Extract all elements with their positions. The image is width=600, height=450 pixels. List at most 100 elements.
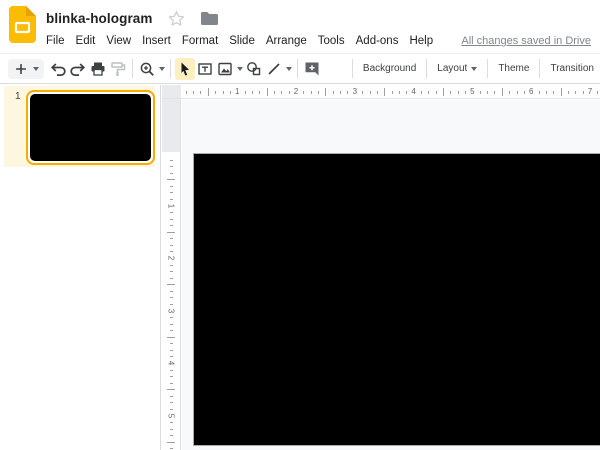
ruler-tick xyxy=(170,212,173,213)
ruler-tick xyxy=(167,389,175,390)
menu-file[interactable]: File xyxy=(46,35,65,47)
toolbar-separator xyxy=(487,59,488,78)
toolbar-separator xyxy=(539,59,540,78)
paint-format-icon xyxy=(109,60,127,78)
ruler-tick xyxy=(170,343,173,344)
ruler-tick xyxy=(597,91,598,94)
ruler-tick xyxy=(170,271,173,272)
insert-image-button[interactable] xyxy=(215,58,235,80)
ruler-tick xyxy=(259,91,260,94)
menu-arrange[interactable]: Arrange xyxy=(266,35,307,47)
menu-edit[interactable]: Edit xyxy=(76,35,96,47)
menu-help[interactable]: Help xyxy=(409,35,433,47)
ruler-tick xyxy=(170,199,173,200)
ruler-tick xyxy=(170,186,173,187)
menu-tools[interactable]: Tools xyxy=(318,35,345,47)
horizontal-ruler: 1234567 xyxy=(181,85,600,99)
line-dropdown-icon[interactable] xyxy=(286,67,292,71)
star-icon[interactable] xyxy=(168,10,185,27)
document-title[interactable]: blinka-hologram xyxy=(46,11,153,26)
redo-icon xyxy=(69,60,87,78)
line-tool-button[interactable] xyxy=(264,58,284,80)
ruler-tick xyxy=(208,88,209,96)
slide-thumbnail-selection[interactable]: 1 xyxy=(4,86,155,167)
plus-icon xyxy=(13,61,29,77)
ruler-tick xyxy=(539,91,540,94)
ruler-tick xyxy=(167,232,175,233)
ruler-number: 7 xyxy=(588,87,592,96)
saved-status[interactable]: All changes saved in Drive xyxy=(461,35,591,47)
undo-icon xyxy=(49,60,67,78)
ruler-tick xyxy=(267,88,268,96)
zoom-dropdown-icon[interactable] xyxy=(159,67,165,71)
transition-button[interactable]: Transition xyxy=(544,54,600,83)
text-box-button[interactable] xyxy=(195,58,215,80)
ruler-tick xyxy=(223,91,224,94)
ruler-tick xyxy=(333,91,334,94)
background-button[interactable]: Background xyxy=(357,54,422,83)
shape-button[interactable] xyxy=(244,58,264,80)
menu-view[interactable]: View xyxy=(106,35,131,47)
ruler-tick xyxy=(370,91,371,94)
ruler-tick xyxy=(167,179,175,180)
ruler-tick xyxy=(487,91,488,94)
new-slide-dropdown-icon[interactable] xyxy=(33,67,39,71)
print-button[interactable] xyxy=(88,58,108,80)
ruler-tick xyxy=(167,284,175,285)
ruler-number: 5 xyxy=(167,413,176,417)
select-tool-button[interactable] xyxy=(175,58,195,80)
menu-insert[interactable]: Insert xyxy=(142,35,171,47)
layout-button[interactable]: Layout xyxy=(431,54,483,83)
toolbar-separator xyxy=(297,59,298,78)
ruler-number: 5 xyxy=(470,87,474,96)
ruler-number: 6 xyxy=(529,87,533,96)
ruler-tick xyxy=(561,88,562,96)
ruler-tick xyxy=(443,88,444,96)
line-icon xyxy=(265,60,283,78)
redo-button[interactable] xyxy=(68,58,88,80)
zoom-icon xyxy=(138,60,156,78)
ruler-number: 4 xyxy=(411,87,415,96)
vertical-ruler: 12345 xyxy=(162,99,181,450)
menu-slide[interactable]: Slide xyxy=(229,35,255,47)
filmstrip-panel: 1 xyxy=(0,85,161,450)
ruler-tick xyxy=(170,173,173,174)
ruler-tick xyxy=(568,91,569,94)
menu-bar: File Edit View Insert Format Slide Arrange Tool… xyxy=(46,31,433,50)
undo-button[interactable] xyxy=(48,58,68,80)
toolbar: Background Layout Theme Transition xyxy=(0,53,600,84)
ruler-tick xyxy=(546,91,547,94)
ruler-tick xyxy=(281,91,282,94)
toolbar-separator xyxy=(426,59,427,78)
ruler-tick xyxy=(170,350,173,351)
paint-format-button[interactable] xyxy=(108,58,128,80)
ruler-tick xyxy=(170,166,173,167)
image-dropdown-icon[interactable] xyxy=(237,67,243,71)
image-icon xyxy=(216,60,234,78)
ruler-tick xyxy=(170,370,173,371)
menu-format[interactable]: Format xyxy=(182,35,218,47)
slide-canvas[interactable] xyxy=(193,153,600,446)
ruler-tick xyxy=(347,91,348,94)
slide-thumbnail[interactable] xyxy=(26,90,155,165)
text-box-icon xyxy=(196,60,214,78)
zoom-button[interactable] xyxy=(137,58,157,80)
folder-icon[interactable] xyxy=(200,11,218,25)
ruler-tick xyxy=(170,448,173,449)
ruler-number: 2 xyxy=(167,256,176,260)
ruler-tick xyxy=(170,219,173,220)
comment-button[interactable] xyxy=(302,58,322,80)
ruler-tick xyxy=(436,91,437,94)
ruler-tick xyxy=(311,91,312,94)
comment-icon xyxy=(303,60,321,78)
cursor-arrow-icon xyxy=(176,60,194,78)
theme-button[interactable]: Theme xyxy=(492,54,535,83)
ruler-tick xyxy=(170,402,173,403)
ruler-tick xyxy=(167,442,175,443)
ruler-tick xyxy=(583,91,584,94)
ruler-tick xyxy=(340,91,341,94)
print-icon xyxy=(89,60,107,78)
new-slide-button[interactable] xyxy=(8,59,44,79)
menu-add-ons[interactable]: Add-ons xyxy=(356,35,399,47)
ruler-tick xyxy=(245,91,246,94)
